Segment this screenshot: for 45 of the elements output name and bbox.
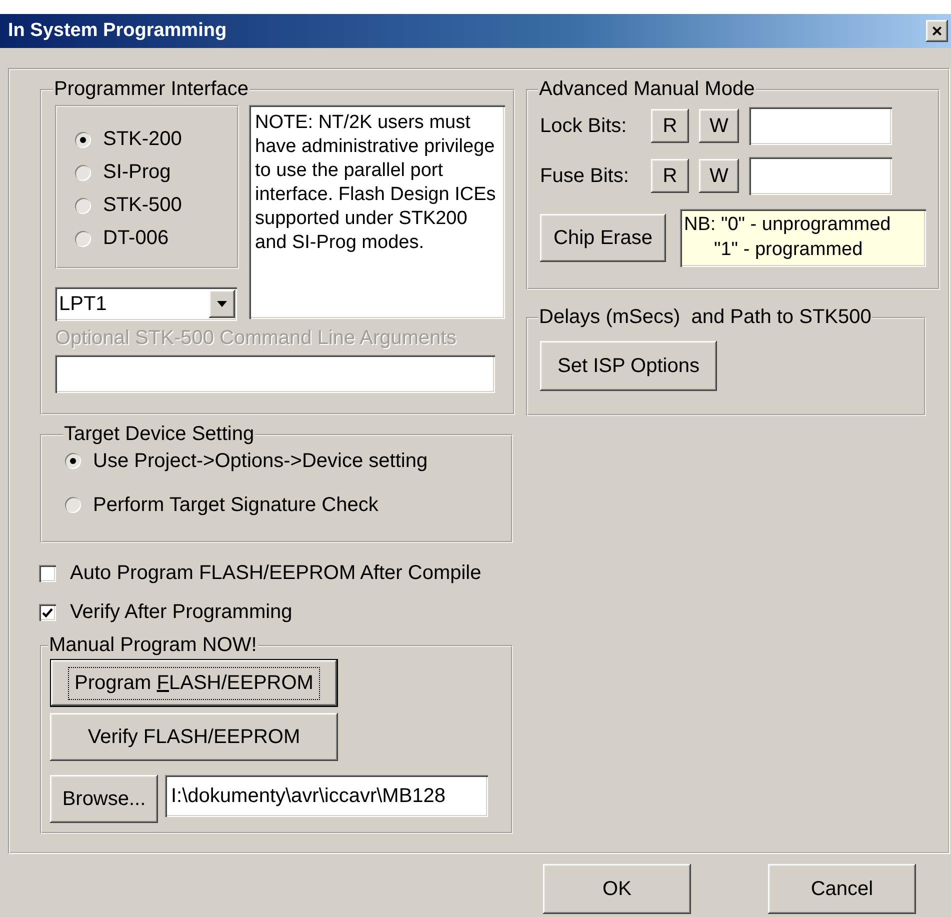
option-label: Auto Program FLASH/EEPROM After Compile	[70, 562, 482, 585]
read-button[interactable]: R	[651, 109, 689, 143]
dialog-button[interactable]: OK	[543, 864, 691, 914]
chip-erase-button[interactable]: Chip Erase	[540, 214, 666, 262]
group-title: Manual Program NOW!	[48, 634, 258, 657]
radio-button[interactable]	[65, 497, 81, 513]
group-title: Delays (mSecs) and Path to STK500	[538, 306, 872, 329]
option-label: Verify After Programming	[70, 601, 292, 624]
bits-field[interactable]	[749, 107, 892, 145]
check-icon	[42, 608, 53, 618]
field-label: Fuse Bits:	[540, 164, 630, 188]
group-title: Advanced Manual Mode	[538, 78, 756, 101]
radio-button[interactable]	[75, 198, 91, 214]
set-isp-options-button[interactable]: Set ISP Options	[540, 341, 717, 391]
path-field[interactable]: I:\dokumenty\avr\iccavr\MB128	[165, 775, 488, 817]
option-label: Perform Target Signature Check	[93, 494, 378, 516]
write-button[interactable]: W	[699, 109, 739, 143]
radio-button[interactable]	[75, 230, 91, 246]
radio-button[interactable]	[75, 132, 91, 148]
port-dropdown[interactable]: LPT1	[55, 287, 237, 321]
group-title: Target Device Setting	[63, 423, 256, 446]
option-label: Use Project->Options->Device setting	[93, 450, 428, 472]
window-title: In System Programming	[8, 20, 227, 42]
program-button[interactable]: Program FLASH/EEPROM	[50, 659, 338, 707]
option-label: STK-500	[103, 194, 182, 217]
checkbox[interactable]	[39, 604, 56, 621]
radio-button[interactable]	[75, 164, 91, 180]
note-text: NOTE: NT/2K users must have administrative privilege to use the parallel port interface. Flash Design ICEs supported under STK200 and SI-Prog modes.	[249, 105, 505, 319]
dialog-button[interactable]: Cancel	[768, 864, 916, 914]
close-button[interactable]: ×	[926, 20, 948, 42]
note-text: "1" - programmed	[713, 238, 864, 262]
checkbox[interactable]	[39, 565, 56, 582]
option-label: DT-006	[103, 227, 169, 250]
note-text: NB: "0" - unprogrammed	[684, 213, 892, 237]
option-label: SI-Prog	[103, 161, 171, 184]
field-label: Lock Bits:	[540, 114, 628, 138]
read-button[interactable]: R	[651, 159, 689, 193]
write-button[interactable]: W	[699, 159, 739, 193]
verify-button[interactable]: Verify FLASH/EEPROM	[50, 713, 338, 761]
radio-button[interactable]	[65, 453, 81, 469]
option-label: STK-200	[103, 128, 182, 151]
group-title: Programmer Interface	[53, 78, 250, 101]
browse-button[interactable]: Browse...	[50, 775, 158, 823]
bits-field[interactable]	[749, 157, 892, 195]
dropdown-arrow-icon	[217, 301, 227, 307]
